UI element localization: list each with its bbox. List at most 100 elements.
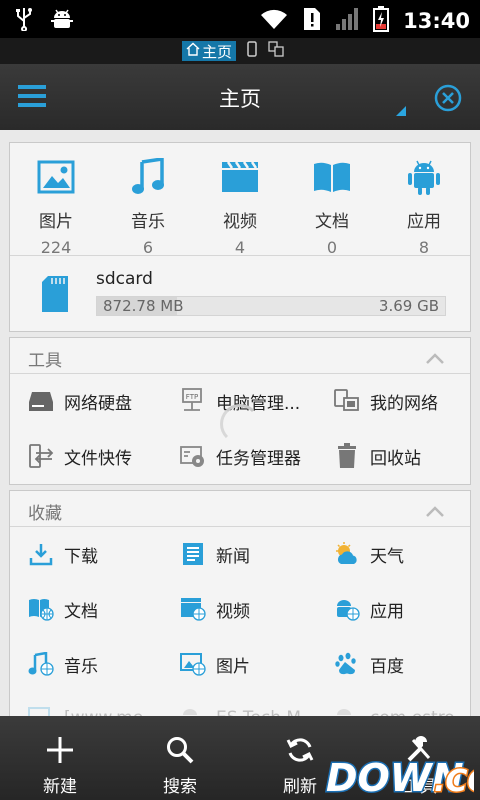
category-label: 文档 — [315, 212, 349, 232]
network-icon — [334, 388, 360, 414]
sdcard-storage[interactable]: sdcard 872.78 MB 3.69 GB — [10, 255, 470, 331]
music-icon — [132, 158, 164, 194]
status-bar: 13:40 — [0, 0, 480, 38]
wifi-icon — [259, 7, 289, 35]
baidu-icon — [334, 651, 360, 677]
svg-text:.CC: .CC — [434, 764, 474, 798]
favorite-label: 音乐 — [64, 656, 98, 677]
tab-home[interactable]: 主页 — [182, 41, 237, 61]
new-button-label: 新建 — [43, 777, 77, 797]
music-web-icon — [28, 651, 54, 677]
favorite-music[interactable]: 音乐 — [28, 644, 98, 684]
category-label: 音乐 — [131, 212, 165, 232]
favorite-news[interactable]: 新闻 — [180, 534, 250, 574]
category-video[interactable]: 视频 4 — [194, 157, 286, 257]
task-manager-icon — [180, 443, 206, 469]
tool-label: 回收站 — [370, 448, 421, 469]
signal-icon — [335, 7, 359, 35]
image-icon — [37, 160, 75, 194]
search-button[interactable]: 搜索 — [120, 716, 240, 800]
favorite-label: 文档 — [64, 601, 98, 622]
category-row: 图片 224 音乐 6 视频 4 文档 0 应用 8 — [10, 143, 470, 257]
sim-alert-icon — [303, 7, 321, 35]
usb-icon — [14, 7, 34, 35]
svg-text:FTP: FTP — [186, 393, 198, 401]
chevron-up-icon[interactable] — [426, 503, 444, 522]
category-apps[interactable]: 应用 8 — [378, 157, 470, 257]
clock: 13:40 — [403, 9, 470, 33]
android-debug-icon — [50, 7, 74, 35]
sdcard-total: 3.69 GB — [378, 297, 439, 315]
tool-label: 任务管理器 — [216, 448, 301, 469]
category-documents[interactable]: 文档 0 — [286, 157, 378, 257]
phone-window-icon[interactable] — [246, 41, 258, 61]
download-icon — [28, 541, 54, 567]
tool-cloud-drive[interactable]: 网络硬盘 — [28, 381, 132, 421]
tool-label: 文件快传 — [64, 448, 132, 469]
search-icon — [167, 737, 194, 764]
category-label: 视频 — [223, 212, 257, 232]
title-dropdown-indicator — [396, 106, 406, 116]
battery-charging-icon — [373, 6, 390, 36]
book-icon — [314, 162, 350, 192]
tool-my-network[interactable]: 我的网络 — [334, 381, 438, 421]
chevron-up-icon[interactable] — [426, 350, 444, 369]
video-icon — [222, 161, 258, 192]
home-icon — [186, 42, 200, 60]
category-label: 应用 — [407, 212, 441, 232]
video-web-icon — [180, 596, 206, 622]
favorite-baidu[interactable]: 百度 — [334, 644, 404, 684]
tab-home-label: 主页 — [202, 42, 233, 61]
sdcard-used: 872.78 MB — [103, 297, 184, 315]
page-title[interactable]: 主页 — [0, 83, 480, 113]
home-panel: 图片 224 音乐 6 视频 4 文档 0 应用 8 sdcard 872.78… — [9, 142, 471, 332]
favorite-images[interactable]: 图片 — [180, 644, 250, 684]
tools-header-title: 工具 — [28, 351, 62, 371]
category-label: 图片 — [39, 212, 73, 232]
tool-file-transfer[interactable]: 文件快传 — [28, 436, 132, 476]
title-bar: 主页 — [0, 64, 480, 130]
favorite-apps[interactable]: 应用 — [334, 589, 404, 629]
search-button-label: 搜索 — [163, 777, 197, 797]
sdcard-icon — [40, 276, 70, 316]
weather-icon — [334, 541, 360, 567]
new-button[interactable]: 新建 — [0, 716, 120, 800]
favorite-label: 新闻 — [216, 546, 250, 567]
tools-header[interactable]: 工具 — [10, 338, 470, 374]
android-web-icon — [334, 596, 360, 622]
favorites-header-title: 收藏 — [28, 504, 62, 524]
favorite-label: 百度 — [370, 656, 404, 677]
favorite-video[interactable]: 视频 — [180, 589, 250, 629]
favorite-weather[interactable]: 天气 — [334, 534, 404, 574]
cloud-drive-icon — [28, 388, 54, 414]
close-circle-icon — [434, 84, 462, 112]
loading-spinner — [220, 404, 260, 444]
favorite-label: 下载 — [64, 546, 98, 567]
file-transfer-icon — [28, 443, 54, 469]
favorites-header[interactable]: 收藏 — [10, 491, 470, 527]
plus-icon — [47, 737, 73, 763]
category-music[interactable]: 音乐 6 — [102, 157, 194, 257]
favorite-download[interactable]: 下载 — [28, 534, 98, 574]
favorite-label: 天气 — [370, 546, 404, 567]
refresh-icon — [286, 738, 314, 762]
favorite-label: 图片 — [216, 656, 250, 677]
tool-label: 网络硬盘 — [64, 393, 132, 414]
window-tab-strip: 主页 — [0, 38, 480, 64]
book-web-icon — [28, 596, 54, 622]
ftp-icon: FTP — [180, 388, 206, 414]
image-web-icon — [180, 651, 206, 677]
tool-recycle-bin[interactable]: 回收站 — [334, 436, 421, 476]
favorite-documents[interactable]: 文档 — [28, 589, 98, 629]
favorite-label: 视频 — [216, 601, 250, 622]
watermark-logo: DOWN .CC — [322, 752, 480, 800]
favorite-label: 应用 — [370, 601, 404, 622]
category-images[interactable]: 图片 224 — [10, 157, 102, 257]
sdcard-name: sdcard — [96, 269, 153, 289]
multi-window-icon[interactable] — [268, 41, 284, 61]
close-button[interactable] — [434, 84, 462, 116]
tool-label: 我的网络 — [370, 393, 438, 414]
sdcard-usage-bar: 872.78 MB 3.69 GB — [96, 296, 446, 316]
news-icon — [180, 541, 206, 567]
android-icon — [408, 160, 440, 195]
